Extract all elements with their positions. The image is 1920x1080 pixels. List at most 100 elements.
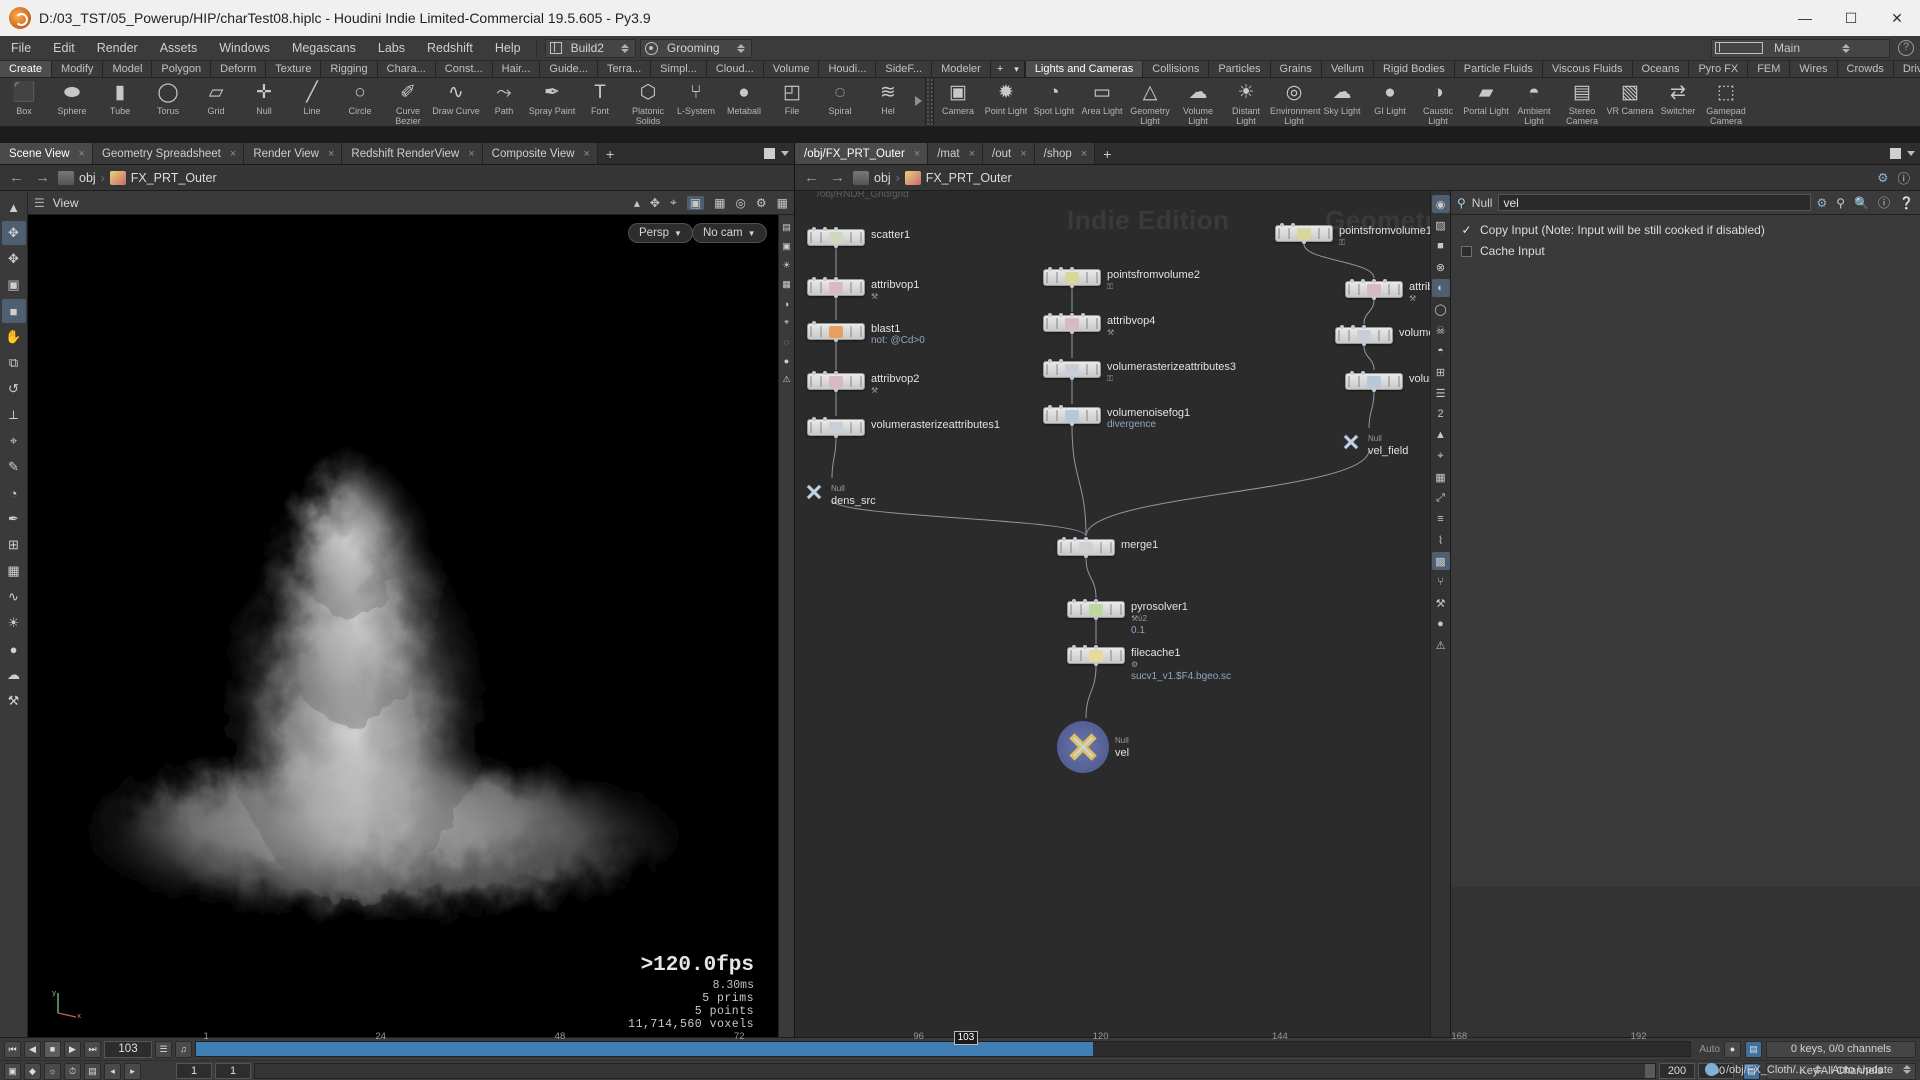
viewport-group-icon[interactable]: ⊞ bbox=[2, 533, 26, 557]
node-output-port[interactable] bbox=[1094, 616, 1098, 620]
network-template-icon[interactable]: ▨ bbox=[1432, 216, 1450, 234]
range-slider-handle[interactable] bbox=[1645, 1064, 1655, 1078]
viewport-paint-icon[interactable]: ✒ bbox=[2, 507, 26, 531]
null-node-body[interactable] bbox=[803, 481, 825, 503]
shelf-tab-guide[interactable]: Guide... bbox=[540, 61, 598, 77]
shelf-scroll-right-icon[interactable] bbox=[915, 96, 922, 106]
shelf-tab-modeler[interactable]: Modeler bbox=[932, 61, 991, 77]
node-input-ports[interactable] bbox=[812, 417, 860, 421]
node-output-port[interactable] bbox=[834, 294, 838, 298]
node-output-port[interactable] bbox=[1070, 284, 1074, 288]
network-eye-icon[interactable]: ◉ bbox=[1431, 195, 1450, 213]
shelf-tool-curvebezier[interactable]: ✐ Curve Bezier bbox=[384, 78, 432, 126]
menu-item-help[interactable]: Help bbox=[484, 36, 532, 61]
pane-menu-chevron-down-icon[interactable] bbox=[781, 151, 789, 156]
network-node-attribvop2[interactable]: attribvop2 ⚒ bbox=[807, 371, 919, 397]
viewport-side-bg-icon[interactable]: ◑ bbox=[780, 297, 793, 310]
net-breadcrumb-node[interactable]: FX_PRT_Outer bbox=[926, 171, 1012, 185]
viewport-edit-icon[interactable]: ✎ bbox=[2, 455, 26, 479]
shelf-tab-chara[interactable]: Chara... bbox=[377, 61, 436, 77]
node-output-port[interactable] bbox=[1372, 388, 1376, 392]
main-spinner[interactable] bbox=[1840, 43, 1886, 53]
network-node-dens_src[interactable]: Null dens_src bbox=[803, 481, 876, 507]
step-back-button[interactable]: ◀ bbox=[24, 1040, 41, 1058]
close-icon[interactable]: × bbox=[328, 148, 334, 160]
network-node-volumenoisefog1[interactable]: volumenoisefog1 divergence bbox=[1043, 405, 1190, 431]
close-button[interactable]: ✕ bbox=[1874, 0, 1920, 36]
network-grid-icon[interactable]: ▦ bbox=[1432, 468, 1450, 486]
node-input-ports[interactable] bbox=[812, 371, 860, 375]
node-body[interactable] bbox=[807, 417, 865, 438]
camera-mode-dropdown[interactable]: Persp ▼ bbox=[628, 223, 693, 243]
network-node-attribvop4[interactable]: attribvop4 ⚒ bbox=[1043, 313, 1155, 339]
null-node-body[interactable] bbox=[1057, 721, 1109, 773]
shelf-tool-vrcamera[interactable]: ▧ VR Camera bbox=[1606, 78, 1654, 126]
viewport-view-icon[interactable]: ▣ bbox=[2, 273, 26, 297]
close-icon[interactable]: × bbox=[584, 148, 590, 160]
timeline-track[interactable]: 1 24 48 72 96 120 144 168 192 103 bbox=[195, 1031, 1692, 1057]
network-list-icon[interactable]: ☰ bbox=[1432, 384, 1450, 402]
node-input-ports[interactable] bbox=[1048, 405, 1096, 409]
close-icon[interactable]: × bbox=[230, 148, 236, 160]
network-render-icon[interactable]: ◯ bbox=[1432, 300, 1450, 318]
network-layout-icon[interactable]: ≡ bbox=[1432, 510, 1450, 528]
network-bypass-icon[interactable]: ⊗ bbox=[1432, 258, 1450, 276]
shelf-tab-grains[interactable]: Grains bbox=[1270, 61, 1322, 77]
keyframe-icon[interactable]: ◆ bbox=[24, 1062, 41, 1080]
node-body[interactable] bbox=[807, 227, 865, 248]
shelf-tool-portallight[interactable]: ▰ Portal Light bbox=[1462, 78, 1510, 126]
node-output-port[interactable] bbox=[1372, 296, 1376, 300]
network-node-filecache1[interactable]: filecache1 ⚙ sucv1_v1.$F4.bgeo.sc bbox=[1067, 645, 1231, 683]
node-body[interactable] bbox=[1043, 405, 1101, 426]
network-sync-icon[interactable]: ⚙ bbox=[1877, 170, 1888, 185]
node-input-ports[interactable] bbox=[1062, 537, 1110, 541]
shelf-tool-stereocamera[interactable]: ▤ Stereo Camera bbox=[1558, 78, 1606, 126]
viewport-side-snap-icon[interactable]: ⌖ bbox=[780, 316, 793, 329]
close-icon[interactable]: × bbox=[468, 148, 474, 160]
viewport-select-icon[interactable]: ▲ bbox=[2, 195, 26, 219]
shelf-tool-geometrylight[interactable]: △ Geometry Light bbox=[1126, 78, 1174, 126]
node-body[interactable] bbox=[1043, 359, 1101, 380]
net-breadcrumb-root[interactable]: obj bbox=[874, 171, 891, 185]
range-prev-icon[interactable]: ◂ bbox=[104, 1062, 121, 1080]
shelf-tool-torus[interactable]: ◯ Torus bbox=[144, 78, 192, 126]
network-bone-icon[interactable]: ☠ bbox=[1432, 321, 1450, 339]
minimize-button[interactable]: — bbox=[1782, 0, 1828, 36]
shelf-tab-hair[interactable]: Hair... bbox=[492, 61, 541, 77]
network-node-merge1[interactable]: merge1 bbox=[1057, 537, 1158, 558]
tab-sceneview[interactable]: Scene View × bbox=[0, 143, 93, 164]
shelf-tab-rigidbodies[interactable]: Rigid Bodies bbox=[1373, 61, 1455, 77]
network-node-pyrosolver1[interactable]: pyrosolver1 ⚒ὑ2 0.1 bbox=[1067, 599, 1188, 637]
range-start-field[interactable]: 1 bbox=[176, 1063, 212, 1079]
realtime-toggle-icon[interactable]: ⏱ bbox=[64, 1062, 81, 1080]
viewport-side-grid-icon[interactable]: ▦ bbox=[780, 278, 793, 291]
viewport-move-icon[interactable]: ✥ bbox=[2, 247, 26, 271]
range-icon[interactable]: ▤ bbox=[84, 1062, 101, 1080]
viewport-lock-icon[interactable]: ■ bbox=[1, 299, 26, 323]
viewport-side-light-icon[interactable]: ☀ bbox=[780, 259, 793, 272]
mode-spinner[interactable] bbox=[736, 43, 747, 53]
shelf-tab-cloud[interactable]: Cloud... bbox=[706, 61, 764, 77]
maximize-button[interactable]: ☐ bbox=[1828, 0, 1874, 36]
range-slider[interactable] bbox=[254, 1063, 1656, 1079]
range-start2-field[interactable]: 1 bbox=[215, 1063, 251, 1079]
shelf-tab-houdi[interactable]: Houdi... bbox=[819, 61, 877, 77]
goto-end-button[interactable]: ⏭ bbox=[84, 1040, 101, 1058]
shelf-tool-arealight[interactable]: ▭ Area Light bbox=[1078, 78, 1126, 126]
shelf-tool-circle[interactable]: ○ Circle bbox=[336, 78, 384, 126]
shelf-tab-fem[interactable]: FEM bbox=[1748, 61, 1791, 77]
viewport-side-xray-icon[interactable]: ◌ bbox=[780, 335, 793, 348]
network-node-pointsfromvolume1[interactable]: pointsfromvolume1 ⚿ bbox=[1275, 223, 1432, 249]
shelf-tab-polygon[interactable]: Polygon bbox=[152, 61, 212, 77]
help-icon[interactable]: ? bbox=[1898, 40, 1914, 56]
shelf-tab-modify[interactable]: Modify bbox=[52, 61, 104, 77]
node-body[interactable] bbox=[1345, 371, 1403, 392]
node-input-ports[interactable] bbox=[812, 227, 860, 231]
null-node-body[interactable] bbox=[1340, 431, 1362, 453]
network-num-icon[interactable]: 2 bbox=[1432, 405, 1450, 423]
network-fit-icon[interactable]: ⤢ bbox=[1432, 489, 1450, 507]
shelf-tool-camera[interactable]: ▣ Camera bbox=[934, 78, 982, 126]
shelf-tab-drivesimulation[interactable]: Drive Simulation bbox=[1893, 61, 1920, 77]
shelf-tool-ambientlight[interactable]: ◓ Ambient Light bbox=[1510, 78, 1558, 126]
status-spinner[interactable] bbox=[1813, 1065, 1824, 1074]
